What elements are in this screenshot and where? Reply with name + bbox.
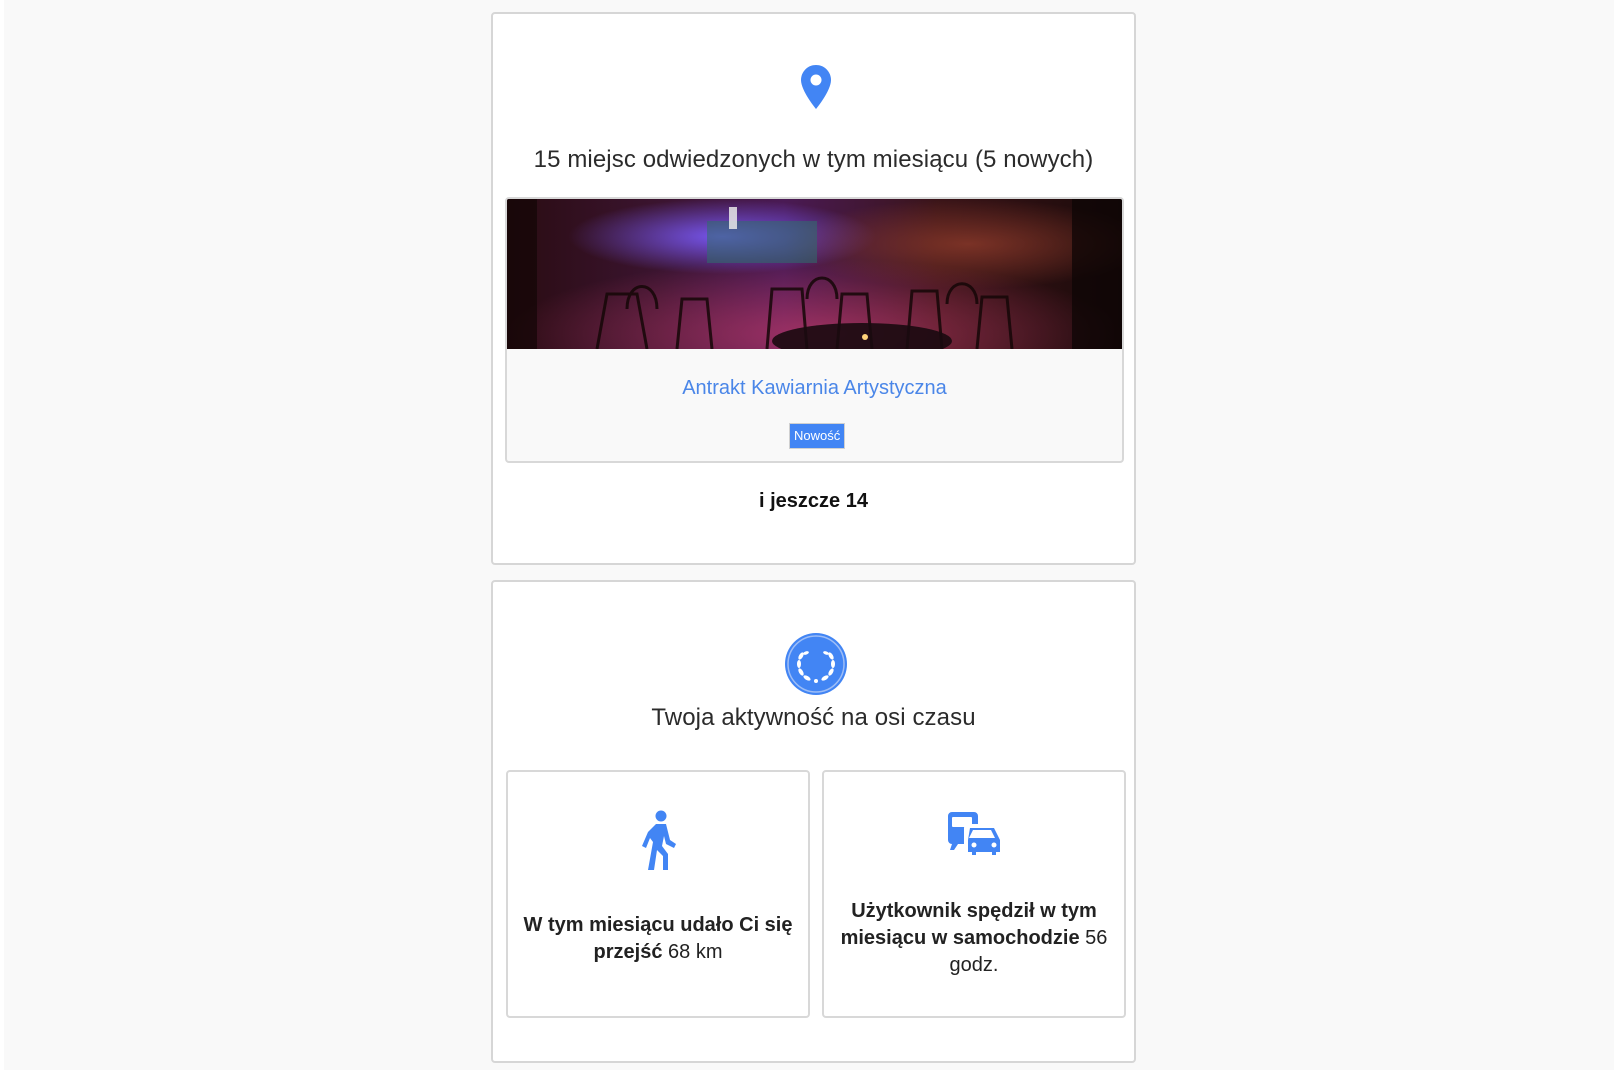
- featured-place-tile[interactable]: Antrakt Kawiarnia Artystyczna Nowość: [505, 197, 1124, 463]
- place-photo: [507, 199, 1122, 349]
- driving-stat-text: Użytkownik spędził w tym miesiącu w samo…: [840, 900, 1108, 976]
- activity-title: Twoja aktywność na osi czasu: [651, 704, 976, 731]
- walking-person-icon: [642, 810, 676, 870]
- walking-stat-tile: W tym miesiącu udało Ci się przejść 68 k…: [506, 770, 810, 1018]
- places-visited-card: 15 miejsc odwiedzonych w tym miesiącu (5…: [491, 12, 1136, 565]
- car-and-bus-icon: [948, 812, 1000, 855]
- driving-stat-tile: Użytkownik spędził w tym miesiącu w samo…: [822, 770, 1126, 1018]
- laurel-wreath-icon: [785, 633, 847, 695]
- walking-stat-text: W tym miesiącu udało Ci się przejść 68 k…: [523, 914, 793, 963]
- new-badge: Nowość: [789, 423, 846, 449]
- places-title: 15 miejsc odwiedzonych w tym miesiącu (5…: [533, 146, 1094, 173]
- map-pin-icon: [801, 65, 831, 109]
- more-places-count: i jeszcze 14: [759, 490, 868, 512]
- timeline-activity-card: Twoja aktywność na osi czasu W tym miesi…: [491, 580, 1136, 1063]
- place-name-link[interactable]: Antrakt Kawiarnia Artystyczna: [507, 377, 1122, 400]
